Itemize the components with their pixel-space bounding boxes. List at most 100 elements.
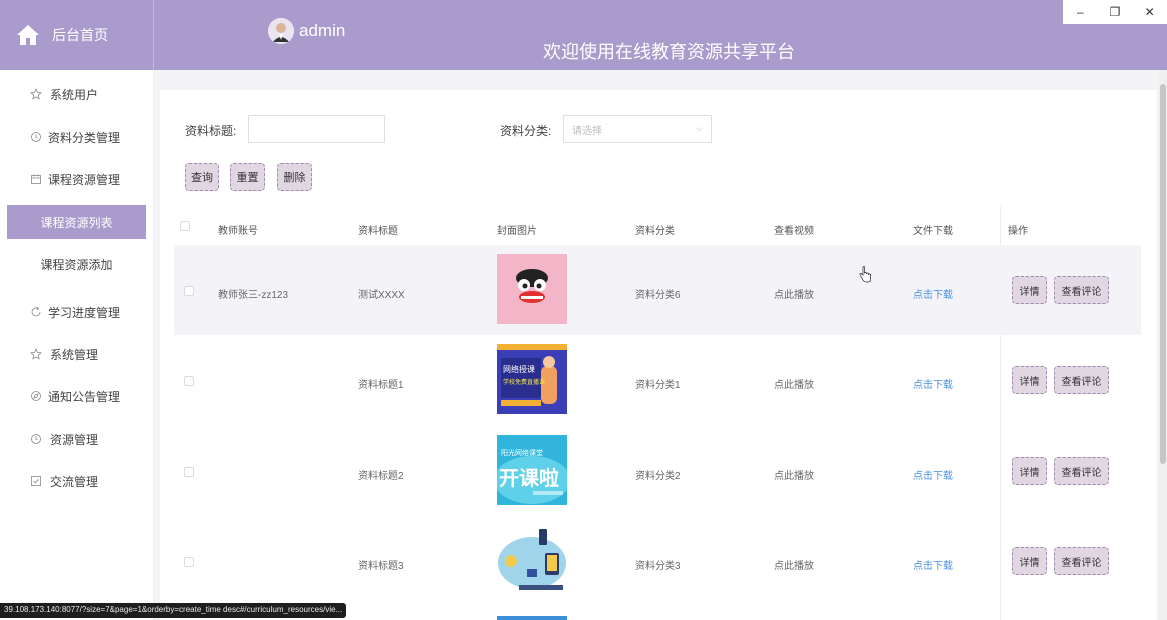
clock-icon: [31, 434, 41, 444]
cover-image[interactable]: [497, 525, 567, 595]
sidebar-item-exchange[interactable]: 交流管理: [0, 466, 154, 496]
cell-category: 资料分类1: [635, 380, 681, 391]
site-title: 欢迎使用在线教育资源共享平台: [543, 42, 795, 62]
category-label: 资料分类:: [500, 124, 552, 138]
star-icon: [30, 88, 42, 100]
cover-text: 开课啦: [499, 466, 559, 490]
delete-button[interactable]: 删除: [277, 163, 312, 191]
cover-image[interactable]: [497, 254, 567, 324]
cover-image-partial: [497, 616, 567, 620]
close-button[interactable]: ✕: [1132, 0, 1167, 24]
cell-category: 资料分类3: [635, 561, 681, 572]
brand-home-link[interactable]: 后台首页: [0, 0, 154, 70]
row-checkbox[interactable]: [184, 557, 194, 567]
view-comments-button[interactable]: 查看评论: [1054, 547, 1109, 575]
cell-title: 测试XXXX: [358, 290, 405, 301]
detail-button[interactable]: 详情: [1012, 276, 1047, 304]
column-header-title[interactable]: 资料标题: [358, 222, 398, 237]
cover-text: 学校免费直播课: [503, 378, 545, 386]
minimize-button[interactable]: –: [1063, 0, 1098, 24]
username: admin: [299, 21, 346, 40]
check-square-icon: [31, 476, 41, 486]
view-comments-button[interactable]: 查看评论: [1054, 276, 1109, 304]
sidebar-item-label: 系统管理: [50, 347, 99, 362]
view-comments-button[interactable]: 查看评论: [1054, 457, 1109, 485]
cell-title: 资料标题2: [358, 471, 404, 482]
column-header-video[interactable]: 查看视频: [774, 222, 814, 237]
sidebar-item-resources[interactable]: 资源管理: [0, 424, 154, 454]
home-icon: [17, 25, 39, 45]
detail-button[interactable]: 详情: [1012, 547, 1047, 575]
sidebar-item-system-manage[interactable]: 系统管理: [0, 339, 154, 369]
play-video-link[interactable]: 点此播放: [774, 557, 814, 572]
brand-label: 后台首页: [52, 27, 108, 43]
sidebar-item-course-resource-add[interactable]: 课程资源添加: [7, 247, 146, 281]
download-link[interactable]: 点击下载: [913, 557, 953, 572]
category-select-placeholder: 请选择: [572, 125, 602, 137]
play-video-link[interactable]: 点此播放: [774, 286, 814, 301]
sidebar-item-label: 资源管理: [50, 432, 99, 447]
detail-button[interactable]: 详情: [1012, 366, 1047, 394]
avatar: [268, 18, 294, 44]
query-button[interactable]: 查询: [185, 163, 219, 191]
column-header-cover[interactable]: 封面图片: [497, 222, 537, 237]
row-checkbox[interactable]: [184, 286, 194, 296]
download-link[interactable]: 点击下载: [913, 467, 953, 482]
cell-title: 资料标题3: [358, 561, 404, 572]
column-header-actions: 操作: [1008, 226, 1028, 237]
compass-icon: [31, 391, 41, 401]
row-checkbox[interactable]: [184, 467, 194, 477]
cell-account: 教师张三-zz123: [218, 290, 289, 301]
table-row: 教师张三-zz123 测试XXXX 资料分类6 点此播放 点击下载 详情 查看评…: [174, 245, 1141, 335]
main-content: 资料标题: 资料分类: 请选择 ⌵ 查询 重置 删除 教师账号 资料标题 封面图…: [160, 90, 1157, 620]
download-link[interactable]: 点击下载: [913, 286, 953, 301]
cover-text: 网络授课: [503, 364, 535, 374]
page-scrollbar[interactable]: [1159, 70, 1167, 620]
cover-image[interactable]: 网络授课学校免费直播课: [497, 344, 567, 414]
detail-button[interactable]: 详情: [1012, 457, 1047, 485]
play-video-link[interactable]: 点此播放: [774, 376, 814, 391]
user-info[interactable]: admin: [268, 18, 345, 44]
cover-text: 阳光网络课堂: [501, 448, 543, 457]
sidebar-item-notice[interactable]: 通知公告管理: [0, 381, 154, 411]
reset-button[interactable]: 重置: [230, 163, 265, 191]
sidebar-item-system-users[interactable]: 系统用户: [0, 79, 154, 109]
download-link[interactable]: 点击下载: [913, 376, 953, 391]
chevron-down-icon: ⌵: [696, 123, 703, 133]
title-label: 资料标题:: [185, 124, 237, 138]
sidebar-item-progress[interactable]: 学习进度管理: [0, 297, 154, 327]
refresh-icon: [31, 306, 41, 317]
sidebar-item-course-resource-list[interactable]: 课程资源列表: [7, 205, 146, 239]
cell-category: 资料分类6: [635, 290, 681, 301]
sidebar-item-category[interactable]: 资料分类管理: [0, 122, 154, 152]
table-row: 资料标题3 资料分类3 点此播放 点击下载 详情 查看评论: [174, 516, 1141, 606]
calendar-icon: [31, 174, 41, 184]
sidebar-item-label: 课程资源管理: [48, 172, 121, 187]
status-bar-url: 39.108.173.140:8077/?size=7&page=1&order…: [0, 603, 347, 618]
column-header-account[interactable]: 教师账号: [218, 222, 258, 237]
view-comments-button[interactable]: 查看评论: [1054, 366, 1109, 394]
top-header: 后台首页 admin 欢迎使用在线教育资源共享平台: [0, 0, 1167, 70]
table-row: 资料标题2 阳光网络课堂 开课啦 资料分类2 点此播放 点击下载 详情 查看评论: [174, 426, 1141, 516]
cover-image[interactable]: 阳光网络课堂 开课啦: [497, 435, 567, 505]
column-header-category[interactable]: 资料分类: [635, 222, 675, 237]
sidebar-item-label: 系统用户: [50, 87, 99, 102]
sidebar-item-label: 学习进度管理: [48, 305, 121, 320]
title-search-input[interactable]: [248, 115, 385, 143]
hand-cursor-icon: [859, 266, 871, 283]
scrollbar-thumb[interactable]: [1160, 84, 1166, 464]
sidebar-item-course-resources[interactable]: 课程资源管理: [0, 164, 154, 194]
column-header-download[interactable]: 文件下载: [913, 222, 953, 237]
sidebar-item-label: 交流管理: [50, 474, 99, 489]
sidebar: 系统用户 资料分类管理 课程资源管理 课程资源列表 课程资源添加 学习进度管理 …: [0, 70, 154, 620]
table-row: 资料标题1 网络授课学校免费直播课 资料分类1 点此播放 点击下载 详情 查看评…: [174, 335, 1141, 425]
cell-title: 资料标题1: [358, 380, 404, 391]
play-video-link[interactable]: 点此播放: [774, 467, 814, 482]
select-all-checkbox[interactable]: [180, 221, 190, 231]
restore-button[interactable]: ❐: [1098, 0, 1133, 24]
clock-icon: [31, 132, 41, 142]
category-select[interactable]: 请选择 ⌵: [563, 115, 712, 143]
window-controls: – ❐ ✕: [1063, 0, 1167, 24]
row-checkbox[interactable]: [184, 376, 194, 386]
star-icon: [30, 348, 42, 360]
